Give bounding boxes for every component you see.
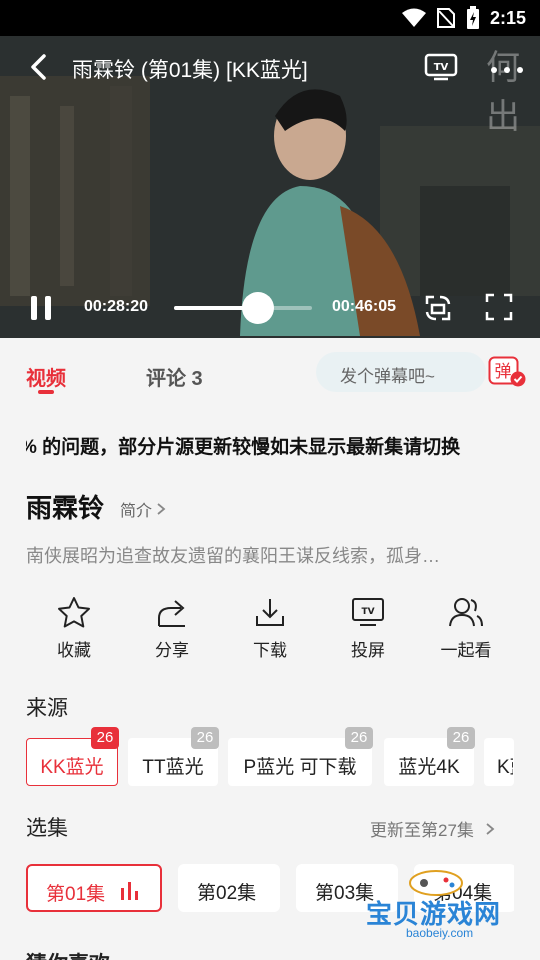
source-count-badge: 26 <box>91 727 119 749</box>
tab-comments[interactable]: 评论 3 <box>146 362 203 391</box>
notice-marquee: % 的问题，部分片源更新较慢如未显示最新集请切换 <box>26 432 514 462</box>
source-item[interactable]: K蓝 <box>484 738 514 786</box>
back-icon[interactable] <box>22 50 56 84</box>
intro-link[interactable]: 简介 <box>120 497 166 521</box>
drama-title: 雨霖铃 <box>26 493 105 523</box>
site-watermark-url: baobeiy.com <box>406 926 474 940</box>
video-player[interactable]: 雨霖铃 (第01集) [KK蓝光] 何出 TV 00:28:20 00:46:0… <box>0 36 540 338</box>
no-sim-icon <box>436 8 455 28</box>
source-count-badge: 26 <box>447 727 475 749</box>
wifi-icon <box>401 8 426 27</box>
danmu-toggle-icon[interactable]: 弹 <box>488 356 526 388</box>
share-button[interactable]: 分享 <box>132 596 212 661</box>
svg-text:TV: TV <box>361 607 374 617</box>
source-item[interactable]: KK蓝光 26 <box>26 727 119 786</box>
site-watermark: 宝贝游戏网 baobeiy.com <box>362 860 512 956</box>
chevron-right-icon <box>486 823 495 835</box>
source-label: TT蓝光 <box>142 757 204 778</box>
now-playing-icon <box>121 882 138 900</box>
fullscreen-icon[interactable] <box>484 292 514 322</box>
episode-item[interactable]: 第02集 <box>178 864 280 912</box>
notice-text: % 的问题，部分片源更新较慢如未显示最新集请切换 <box>26 437 461 458</box>
svg-text:TV: TV <box>434 62 449 73</box>
cast-button[interactable]: TV 投屏 <box>328 596 408 661</box>
action-bar: 收藏 分享 下载 TV 投屏 一起看 <box>26 596 514 666</box>
danmu-placeholder: 发个弹幕吧~ <box>340 367 435 386</box>
player-top-bar: 雨霖铃 (第01集) [KK蓝光] 何出 TV <box>0 36 540 137</box>
watch-together-button[interactable]: 一起看 <box>426 596 506 661</box>
recommend-section-title: 猜你喜欢 <box>26 948 110 960</box>
episode-item[interactable]: 第01集 <box>26 864 162 912</box>
watch-together-icon <box>449 598 483 627</box>
content-tabs: 视频 评论 3 发个弹幕吧~ 弹 <box>0 338 540 408</box>
synopsis: 南侠展昭为追查故友遗留的襄阳王谋反线索，孤身… <box>26 546 440 566</box>
source-label: KK蓝光 <box>40 757 104 778</box>
update-status-text: 更新至第27集 <box>370 821 474 840</box>
share-icon <box>158 600 185 627</box>
tab-video[interactable]: 视频 <box>26 362 66 391</box>
update-status-link[interactable]: 更新至第27集 <box>370 816 495 841</box>
status-time: 2:15 <box>489 7 526 28</box>
source-section-title: 来源 <box>26 697 68 720</box>
action-label-download: 下载 <box>253 641 287 660</box>
tab-active-indicator <box>38 390 54 394</box>
tv-cast-icon: TV <box>352 598 384 626</box>
episode-label: 第01集 <box>46 884 106 905</box>
tv-cast-icon[interactable]: TV <box>424 52 458 82</box>
download-icon <box>256 599 284 626</box>
video-title: 雨霖铃 (第01集) [KK蓝光] <box>72 59 308 82</box>
source-label: 蓝光4K <box>398 757 460 778</box>
player-controls: 00:28:20 00:46:05 <box>0 286 540 330</box>
intro-label: 简介 <box>120 503 153 520</box>
action-label-share: 分享 <box>155 641 189 660</box>
danmu-button-label: 弹 <box>495 362 512 382</box>
source-item[interactable]: TT蓝光 26 <box>128 727 219 786</box>
rotate-screen-icon[interactable] <box>422 292 454 324</box>
current-time: 00:28:20 <box>84 298 149 315</box>
seek-thumb[interactable] <box>242 292 275 324</box>
more-options-icon[interactable] <box>484 48 530 88</box>
danmu-input[interactable]: 发个弹幕吧~ <box>316 352 486 392</box>
total-time: 00:46:05 <box>332 298 397 315</box>
source-label: K蓝 <box>497 757 513 778</box>
source-item[interactable]: 蓝光4K 26 <box>384 727 475 786</box>
action-label-favorite: 收藏 <box>57 641 91 660</box>
seek-bar[interactable] <box>174 292 312 324</box>
source-item[interactable]: P蓝光 可下载 26 <box>228 727 373 786</box>
status-bar: 2:15 <box>0 0 540 36</box>
episode-label: 第02集 <box>197 883 257 904</box>
favorite-button[interactable]: 收藏 <box>34 596 114 661</box>
download-button[interactable]: 下载 <box>230 596 310 661</box>
action-label-watch-together: 一起看 <box>440 641 492 660</box>
source-count-badge: 26 <box>191 727 219 749</box>
pause-icon[interactable] <box>28 296 56 322</box>
source-label: P蓝光 可下载 <box>243 757 357 778</box>
action-label-cast: 投屏 <box>351 641 385 660</box>
source-count-badge: 26 <box>345 727 373 749</box>
star-icon <box>58 597 90 628</box>
battery-charging-icon <box>466 6 479 29</box>
source-list: KK蓝光 26 TT蓝光 26 P蓝光 可下载 26 蓝光4K 26 K蓝 <box>26 727 514 798</box>
chevron-right-icon <box>157 503 166 515</box>
episode-section-title: 选集 <box>26 817 68 840</box>
